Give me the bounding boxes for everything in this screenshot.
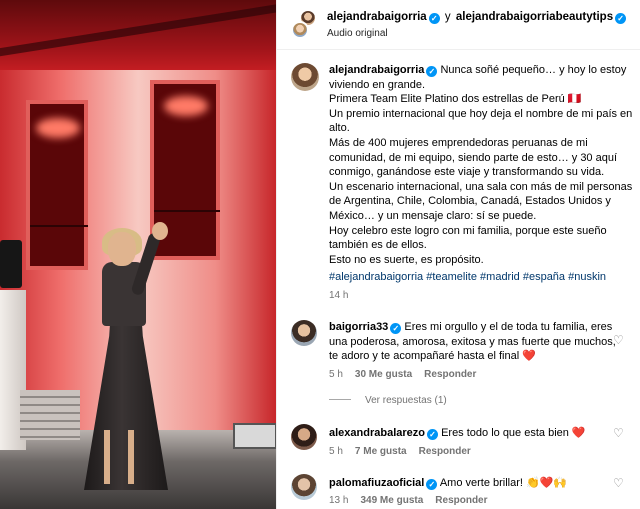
header-usernames: alejandrabaigorria ✓ y alejandrabaigorria… [327,11,627,24]
header-username-1[interactable]: alejandrabaigorria [327,11,427,23]
avatar[interactable] [291,424,317,450]
post-details-panel: alejandrabaigorria ✓ y alejandrabaigorria… [276,0,640,509]
comment-body: alexandrabalarezo ✓ Eres todo lo que esta… [329,426,625,441]
comment-time[interactable]: 5 h [329,369,343,380]
verified-badge-icon: ✓ [426,66,438,77]
verified-badge-icon: ✓ [426,479,438,490]
stairs [20,390,80,440]
verified-badge-icon: ✓ [428,13,440,24]
heart-outline-icon[interactable]: ♡ [613,427,625,439]
comment-meta: 5 h 7 Me gusta Responder [329,446,483,457]
caption: alejandrabaigorria ✓ Nunca soñé pequeño… … [329,63,633,267]
comment-likes[interactable]: 7 Me gusta [355,446,407,457]
comment-username[interactable]: alexandrabalarezo [329,427,425,439]
comment-body: baigorria33 ✓ Eres mi orgullo y el de tod… [329,320,625,364]
reply-button[interactable]: Responder [424,369,476,380]
comment-username[interactable]: palomafiuzaoficial [329,477,424,489]
caption-username[interactable]: alejandrabaigorria [329,64,424,76]
verified-badge-icon: ✓ [390,323,402,334]
header-username-2[interactable]: alejandrabaigorriabeautytips [456,11,613,23]
woman-leg [104,430,110,484]
reply-button[interactable]: Responder [419,446,471,457]
equipment-case [233,423,276,449]
heart-outline-icon[interactable]: ♡ [613,334,625,346]
woman-leg [128,430,134,484]
view-replies-button[interactable]: Ver respuestas (1) [329,395,447,406]
verified-badge-icon: ✓ [615,13,627,24]
post-photo[interactable] [0,0,276,509]
woman-hand [152,222,168,240]
avatar[interactable] [291,474,317,500]
comment-time[interactable]: 5 h [329,446,343,457]
balcony-rail [154,210,220,212]
heart-outline-icon[interactable]: ♡ [613,477,625,489]
collab-avatars[interactable] [291,9,317,39]
header-connector: y [444,11,451,23]
reply-button[interactable]: Responder [435,495,487,506]
audio-label[interactable]: Audio original [327,28,388,39]
lamp-glow [36,118,80,138]
caption-line: Un premio internacional que hoy deja el … [329,107,633,135]
caption-line: Esto no es suerte, es propósito. [329,253,484,266]
comment-username[interactable]: baigorria33 [329,321,388,333]
comment-meta: 5 h 30 Me gusta Responder [329,369,488,380]
comment-meta: 13 h 349 Me gusta Responder [329,495,500,506]
hashtags-link[interactable]: #alejandrabaigorria #teamelite #madrid #… [329,271,606,283]
replies-divider [329,399,351,400]
post-header: alejandrabaigorria ✓ y alejandrabaigorria… [277,0,640,50]
stage-speaker [0,240,22,288]
view-replies-label: Ver respuestas (1) [365,395,447,406]
balcony-rail [30,225,88,227]
comment-body: palomafiuzaoficial ✓ Amo verte brillar! 👏… [329,476,625,491]
avatar[interactable] [291,320,317,346]
comment-likes[interactable]: 349 Me gusta [360,495,423,506]
caption-line: Primera Team Elite Platino dos estrellas… [329,93,582,106]
caption-line: Más de 400 mujeres emprendedoras peruana… [329,136,618,179]
comment-time[interactable]: 13 h [329,495,348,506]
caption-avatar[interactable] [291,63,319,91]
comment-likes[interactable]: 30 Me gusta [355,369,412,380]
avatar[interactable] [291,21,309,39]
verified-badge-icon: ✓ [427,429,438,440]
comment-text: Amo verte brillar! 👏❤️🙌 [439,477,568,489]
post-timestamp[interactable]: 14 h [329,290,348,301]
caption-line: Un escenario internacional, una sala con… [329,180,633,222]
comment-text: Eres todo lo que esta bien ❤️ [441,427,586,439]
woman-head [108,232,136,266]
lamp-glow [164,96,208,116]
caption-line: Hoy celebro este logro con mi familia, p… [329,224,607,252]
